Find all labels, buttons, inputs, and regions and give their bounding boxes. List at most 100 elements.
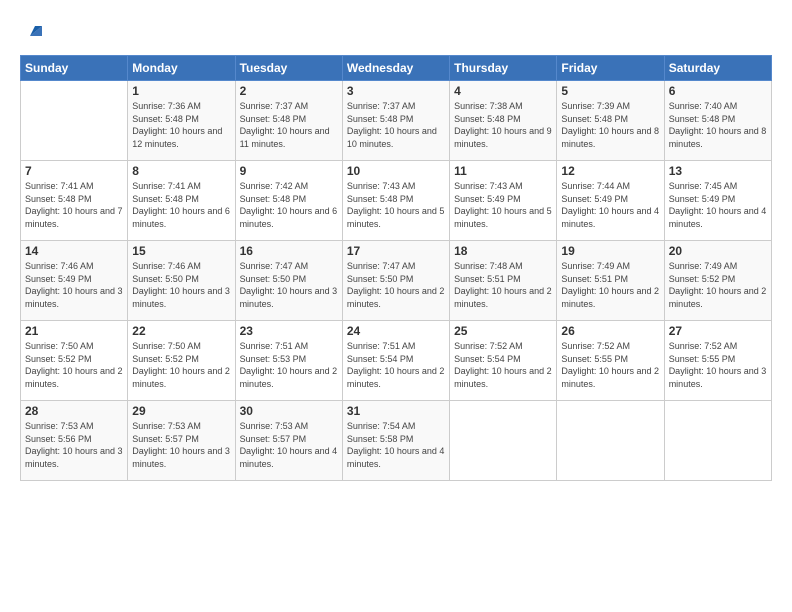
day-info: Sunrise: 7:37 AMSunset: 5:48 PMDaylight:…	[240, 100, 338, 150]
day-header-monday: Monday	[128, 56, 235, 81]
day-number: 17	[347, 244, 445, 258]
day-info: Sunrise: 7:38 AMSunset: 5:48 PMDaylight:…	[454, 100, 552, 150]
day-number: 29	[132, 404, 230, 418]
day-info: Sunrise: 7:53 AMSunset: 5:57 PMDaylight:…	[240, 420, 338, 470]
calendar-cell: 7 Sunrise: 7:41 AMSunset: 5:48 PMDayligh…	[21, 161, 128, 241]
day-number: 11	[454, 164, 552, 178]
calendar-container: SundayMondayTuesdayWednesdayThursdayFrid…	[0, 0, 792, 493]
calendar-cell: 18 Sunrise: 7:48 AMSunset: 5:51 PMDaylig…	[450, 241, 557, 321]
day-number: 27	[669, 324, 767, 338]
day-info: Sunrise: 7:41 AMSunset: 5:48 PMDaylight:…	[132, 180, 230, 230]
day-header-friday: Friday	[557, 56, 664, 81]
calendar-cell: 25 Sunrise: 7:52 AMSunset: 5:54 PMDaylig…	[450, 321, 557, 401]
calendar-cell: 2 Sunrise: 7:37 AMSunset: 5:48 PMDayligh…	[235, 81, 342, 161]
day-number: 18	[454, 244, 552, 258]
day-info: Sunrise: 7:51 AMSunset: 5:53 PMDaylight:…	[240, 340, 338, 390]
header-row-days: SundayMondayTuesdayWednesdayThursdayFrid…	[21, 56, 772, 81]
day-number: 7	[25, 164, 123, 178]
calendar-cell: 28 Sunrise: 7:53 AMSunset: 5:56 PMDaylig…	[21, 401, 128, 481]
calendar-cell	[557, 401, 664, 481]
calendar-cell	[21, 81, 128, 161]
logo	[20, 18, 46, 45]
day-number: 1	[132, 84, 230, 98]
day-info: Sunrise: 7:54 AMSunset: 5:58 PMDaylight:…	[347, 420, 445, 470]
day-number: 30	[240, 404, 338, 418]
day-number: 22	[132, 324, 230, 338]
day-info: Sunrise: 7:50 AMSunset: 5:52 PMDaylight:…	[132, 340, 230, 390]
calendar-cell: 20 Sunrise: 7:49 AMSunset: 5:52 PMDaylig…	[664, 241, 771, 321]
week-row-1: 7 Sunrise: 7:41 AMSunset: 5:48 PMDayligh…	[21, 161, 772, 241]
day-number: 20	[669, 244, 767, 258]
calendar-cell	[664, 401, 771, 481]
day-header-tuesday: Tuesday	[235, 56, 342, 81]
day-info: Sunrise: 7:52 AMSunset: 5:55 PMDaylight:…	[669, 340, 767, 390]
day-info: Sunrise: 7:50 AMSunset: 5:52 PMDaylight:…	[25, 340, 123, 390]
calendar-cell	[450, 401, 557, 481]
day-number: 21	[25, 324, 123, 338]
calendar-table: SundayMondayTuesdayWednesdayThursdayFrid…	[20, 55, 772, 481]
header-row	[20, 18, 772, 45]
calendar-cell: 15 Sunrise: 7:46 AMSunset: 5:50 PMDaylig…	[128, 241, 235, 321]
calendar-cell: 26 Sunrise: 7:52 AMSunset: 5:55 PMDaylig…	[557, 321, 664, 401]
calendar-cell: 16 Sunrise: 7:47 AMSunset: 5:50 PMDaylig…	[235, 241, 342, 321]
day-info: Sunrise: 7:49 AMSunset: 5:52 PMDaylight:…	[669, 260, 767, 310]
day-info: Sunrise: 7:43 AMSunset: 5:49 PMDaylight:…	[454, 180, 552, 230]
day-number: 12	[561, 164, 659, 178]
day-number: 25	[454, 324, 552, 338]
day-header-wednesday: Wednesday	[342, 56, 449, 81]
day-number: 19	[561, 244, 659, 258]
calendar-cell: 12 Sunrise: 7:44 AMSunset: 5:49 PMDaylig…	[557, 161, 664, 241]
calendar-cell: 5 Sunrise: 7:39 AMSunset: 5:48 PMDayligh…	[557, 81, 664, 161]
calendar-cell: 10 Sunrise: 7:43 AMSunset: 5:48 PMDaylig…	[342, 161, 449, 241]
day-number: 9	[240, 164, 338, 178]
day-info: Sunrise: 7:42 AMSunset: 5:48 PMDaylight:…	[240, 180, 338, 230]
day-number: 8	[132, 164, 230, 178]
calendar-cell: 30 Sunrise: 7:53 AMSunset: 5:57 PMDaylig…	[235, 401, 342, 481]
calendar-cell: 29 Sunrise: 7:53 AMSunset: 5:57 PMDaylig…	[128, 401, 235, 481]
day-number: 3	[347, 84, 445, 98]
day-number: 14	[25, 244, 123, 258]
calendar-cell: 3 Sunrise: 7:37 AMSunset: 5:48 PMDayligh…	[342, 81, 449, 161]
day-number: 13	[669, 164, 767, 178]
day-number: 16	[240, 244, 338, 258]
day-number: 6	[669, 84, 767, 98]
day-info: Sunrise: 7:47 AMSunset: 5:50 PMDaylight:…	[240, 260, 338, 310]
week-row-3: 21 Sunrise: 7:50 AMSunset: 5:52 PMDaylig…	[21, 321, 772, 401]
calendar-cell: 27 Sunrise: 7:52 AMSunset: 5:55 PMDaylig…	[664, 321, 771, 401]
calendar-cell: 8 Sunrise: 7:41 AMSunset: 5:48 PMDayligh…	[128, 161, 235, 241]
day-number: 2	[240, 84, 338, 98]
calendar-cell: 1 Sunrise: 7:36 AMSunset: 5:48 PMDayligh…	[128, 81, 235, 161]
week-row-0: 1 Sunrise: 7:36 AMSunset: 5:48 PMDayligh…	[21, 81, 772, 161]
day-info: Sunrise: 7:37 AMSunset: 5:48 PMDaylight:…	[347, 100, 445, 150]
calendar-cell: 22 Sunrise: 7:50 AMSunset: 5:52 PMDaylig…	[128, 321, 235, 401]
day-number: 28	[25, 404, 123, 418]
calendar-cell: 13 Sunrise: 7:45 AMSunset: 5:49 PMDaylig…	[664, 161, 771, 241]
day-info: Sunrise: 7:53 AMSunset: 5:57 PMDaylight:…	[132, 420, 230, 470]
day-number: 15	[132, 244, 230, 258]
day-info: Sunrise: 7:51 AMSunset: 5:54 PMDaylight:…	[347, 340, 445, 390]
day-info: Sunrise: 7:46 AMSunset: 5:50 PMDaylight:…	[132, 260, 230, 310]
day-number: 26	[561, 324, 659, 338]
day-info: Sunrise: 7:49 AMSunset: 5:51 PMDaylight:…	[561, 260, 659, 310]
calendar-cell: 11 Sunrise: 7:43 AMSunset: 5:49 PMDaylig…	[450, 161, 557, 241]
day-number: 31	[347, 404, 445, 418]
day-number: 24	[347, 324, 445, 338]
day-info: Sunrise: 7:47 AMSunset: 5:50 PMDaylight:…	[347, 260, 445, 310]
day-info: Sunrise: 7:45 AMSunset: 5:49 PMDaylight:…	[669, 180, 767, 230]
day-number: 5	[561, 84, 659, 98]
day-info: Sunrise: 7:40 AMSunset: 5:48 PMDaylight:…	[669, 100, 767, 150]
day-number: 4	[454, 84, 552, 98]
week-row-4: 28 Sunrise: 7:53 AMSunset: 5:56 PMDaylig…	[21, 401, 772, 481]
calendar-cell: 17 Sunrise: 7:47 AMSunset: 5:50 PMDaylig…	[342, 241, 449, 321]
day-info: Sunrise: 7:36 AMSunset: 5:48 PMDaylight:…	[132, 100, 230, 150]
day-info: Sunrise: 7:43 AMSunset: 5:48 PMDaylight:…	[347, 180, 445, 230]
calendar-cell: 14 Sunrise: 7:46 AMSunset: 5:49 PMDaylig…	[21, 241, 128, 321]
calendar-cell: 24 Sunrise: 7:51 AMSunset: 5:54 PMDaylig…	[342, 321, 449, 401]
day-info: Sunrise: 7:53 AMSunset: 5:56 PMDaylight:…	[25, 420, 123, 470]
day-number: 10	[347, 164, 445, 178]
day-header-sunday: Sunday	[21, 56, 128, 81]
day-info: Sunrise: 7:48 AMSunset: 5:51 PMDaylight:…	[454, 260, 552, 310]
day-info: Sunrise: 7:39 AMSunset: 5:48 PMDaylight:…	[561, 100, 659, 150]
day-info: Sunrise: 7:52 AMSunset: 5:54 PMDaylight:…	[454, 340, 552, 390]
day-number: 23	[240, 324, 338, 338]
